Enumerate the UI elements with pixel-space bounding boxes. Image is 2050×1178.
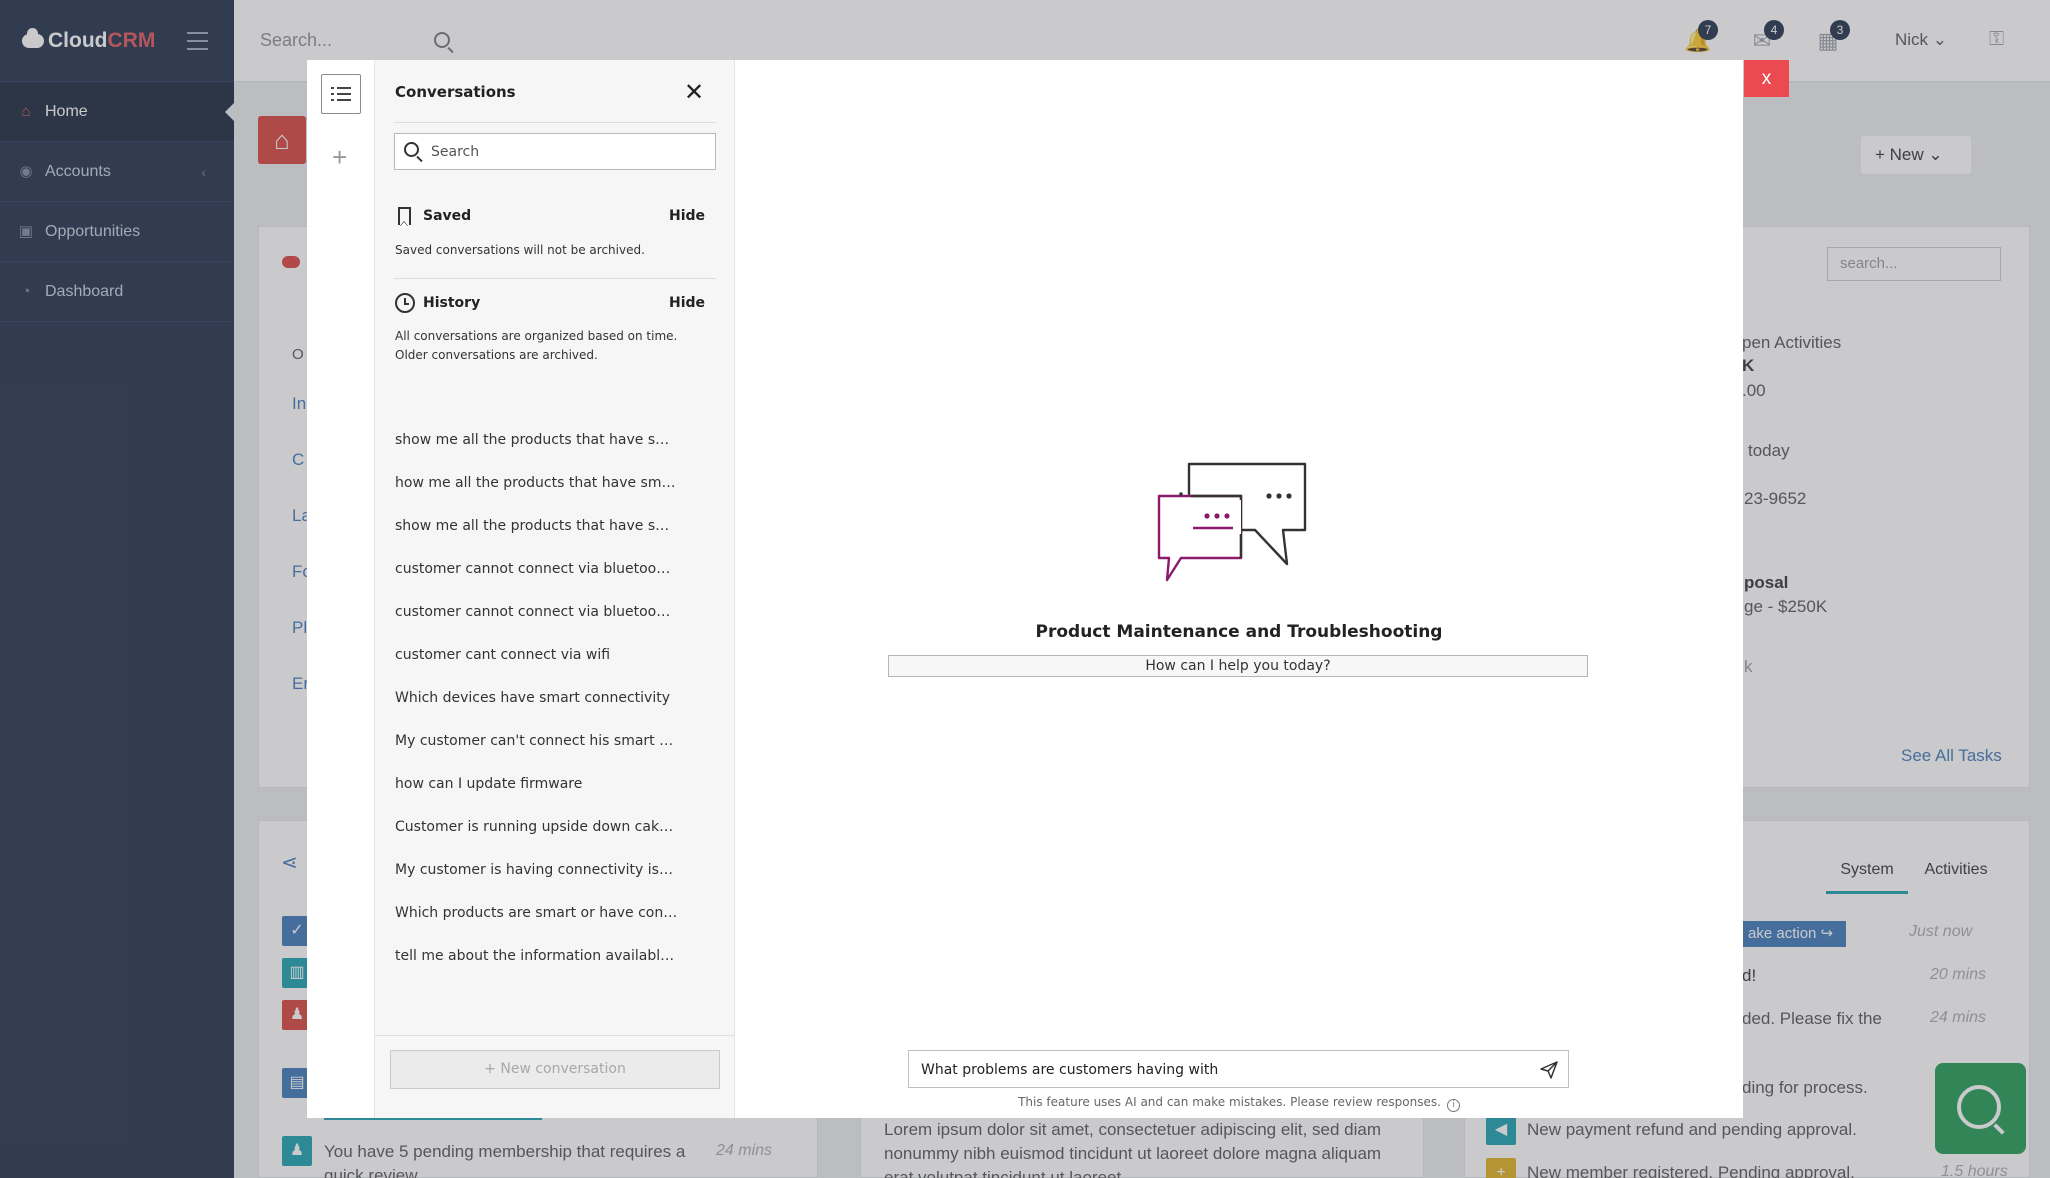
conversation-search[interactable]: [394, 133, 716, 170]
bookmark-icon: [398, 207, 411, 228]
divider: [394, 122, 716, 123]
history-item[interactable]: Customer is running upside down cak…: [395, 817, 695, 860]
send-icon[interactable]: [1539, 1060, 1559, 1080]
history-item[interactable]: show me all the products that have s…: [395, 516, 695, 559]
add-icon[interactable]: +: [332, 142, 347, 173]
info-icon[interactable]: i: [1446, 1099, 1460, 1112]
modal-rail: +: [307, 60, 375, 1118]
divider: [375, 1035, 735, 1036]
copilot-modal: + Conversations ✕ Saved Hide Saved conve…: [307, 60, 1743, 1118]
saved-hide-button[interactable]: Hide: [669, 208, 705, 224]
history-description: All conversations are organized based on…: [395, 329, 678, 362]
chat-subtitle: How can I help you today?: [888, 655, 1588, 677]
history-item[interactable]: show me all the products that have s…: [395, 430, 695, 473]
chat-area: Product Maintenance and Troubleshooting …: [735, 60, 1743, 1118]
history-item[interactable]: customer cant connect via wifi: [395, 645, 695, 688]
history-clock-icon: [395, 293, 415, 313]
saved-description: Saved conversations will not be archived…: [395, 243, 645, 257]
divider: [394, 278, 716, 279]
history-item[interactable]: how me all the products that have sm…: [395, 473, 695, 516]
history-item[interactable]: customer cannot connect via bluetoo…: [395, 602, 695, 645]
chat-input[interactable]: [908, 1050, 1569, 1088]
history-item[interactable]: My customer is having connectivity is…: [395, 860, 695, 903]
chat-title: Product Maintenance and Troubleshooting: [1035, 622, 1443, 642]
new-conversation-button[interactable]: + New conversation: [390, 1050, 720, 1089]
close-modal-button[interactable]: x: [1744, 60, 1789, 97]
close-panel-icon[interactable]: ✕: [684, 78, 704, 107]
history-hide-button[interactable]: Hide: [669, 295, 705, 311]
saved-section-title: Saved: [423, 208, 472, 224]
history-item[interactable]: Which products are smart or have con…: [395, 903, 695, 946]
ai-disclaimer: This feature uses AI and can make mistak…: [735, 1095, 1743, 1112]
new-conversation-label: New conversation: [500, 1061, 626, 1077]
history-section-title: History: [423, 295, 481, 311]
history-item[interactable]: tell me about the information availabl…: [395, 946, 695, 989]
history-item[interactable]: how can I update firmware: [395, 774, 695, 817]
conversations-panel: Conversations ✕ Saved Hide Saved convers…: [375, 60, 735, 1118]
history-item[interactable]: Which devices have smart connectivity: [395, 688, 695, 731]
history-item[interactable]: customer cannot connect via bluetoo…: [395, 559, 695, 602]
ai-disclaimer-text: This feature uses AI and can make mistak…: [1018, 1095, 1441, 1109]
chat-input-field[interactable]: [921, 1058, 1511, 1082]
conversation-search-input[interactable]: [431, 140, 701, 164]
history-item[interactable]: My customer can't connect his smart …: [395, 731, 695, 774]
search-icon: [404, 142, 419, 157]
history-list: show me all the products that have s… ho…: [395, 430, 695, 989]
chat-bubbles-icon: [1157, 462, 1307, 582]
conversation-list-button[interactable]: [321, 74, 361, 114]
conversations-title: Conversations: [395, 83, 516, 101]
